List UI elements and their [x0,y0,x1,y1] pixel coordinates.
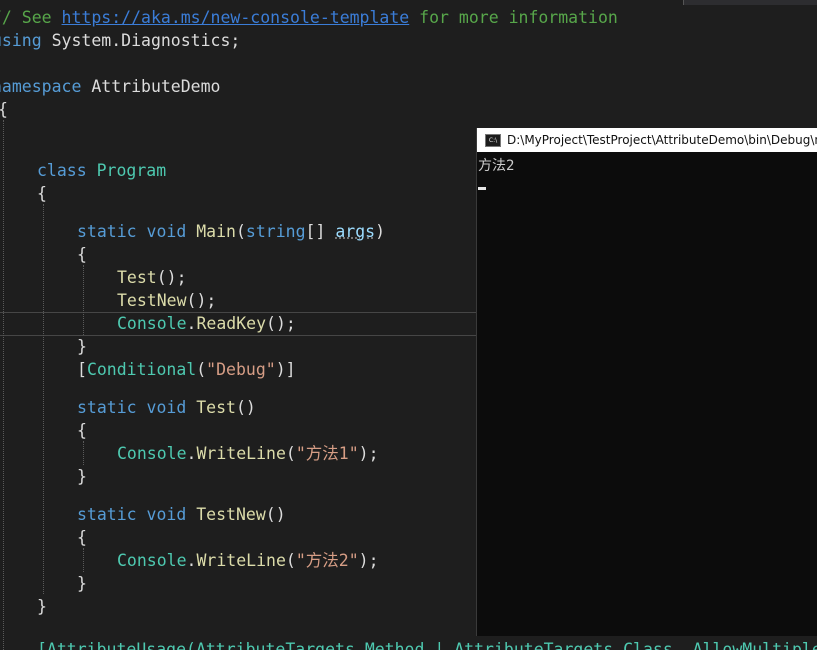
keyword-string: string [245,222,306,241]
brace-open: { [77,421,87,440]
attribute-usage-text: [AttributeUsage(AttributeTargets.Method … [37,640,817,650]
brace-close: } [77,337,87,356]
paren-empty: () [265,505,286,524]
code-line-using[interactable]: using System.Diagnostics; [0,29,240,52]
string-method1: "方法1" [295,444,359,463]
indent-guide [83,548,84,572]
brace-close: } [77,467,87,486]
console-type: Console [117,551,187,570]
indent-guide [3,120,4,650]
indent-guide [83,441,84,465]
code-line-writeline-1[interactable]: Console.WriteLine("方法1"); [117,442,379,465]
call-readkey: ReadKey [196,314,267,333]
code-line-attribute-usage[interactable]: [AttributeUsage(AttributeTargets.Method … [37,638,817,650]
console-type: Console [117,314,187,333]
code-line-comment[interactable]: // See https://aka.ms/new-console-templa… [0,6,618,29]
code-line-brace[interactable]: } [77,572,87,595]
console-window[interactable]: C:\ D:\MyProject\TestProject\AttributeDe… [477,128,817,636]
code-line-brace[interactable]: } [37,595,47,618]
indent-guide [43,204,44,594]
editor-tab-strip [683,0,817,5]
statement-end: ); [358,551,379,570]
comment-text: for more information [409,8,618,27]
method-name-testnew: TestNew [196,505,266,524]
keyword-void: void [146,398,187,417]
code-line-test-signature[interactable]: static void Test() [77,396,256,419]
indent-guide [83,265,84,335]
brace-close: } [77,574,87,593]
code-line-writeline-2[interactable]: Console.WriteLine("方法2"); [117,549,379,572]
attribute-conditional: Conditional [86,360,197,379]
attribute-argument: "Debug" [206,360,276,379]
param-args: args [335,222,376,241]
code-line-brace[interactable]: { [77,243,87,266]
paren-open: ( [285,551,296,570]
keyword-namespace: namespace [0,77,82,96]
paren-open: ( [235,222,246,241]
code-line-brace[interactable]: { [77,526,87,549]
brace-open: { [0,100,8,119]
keyword-using: using [0,31,42,50]
param-brackets: [] [305,222,336,241]
paren-open: ( [196,360,207,379]
statement-end: ); [358,444,379,463]
code-line-attribute[interactable]: [Conditional("Debug")] [77,358,296,381]
console-app-icon: C:\ [485,133,501,147]
string-method2: "方法2" [295,551,359,570]
console-cursor [478,187,486,190]
keyword-static: static [77,222,137,241]
brace-open: { [37,184,47,203]
console-titlebar[interactable]: C:\ D:\MyProject\TestProject\AttributeDe… [477,128,817,152]
code-line-call-test[interactable]: Test(); [117,266,187,289]
keyword-class: class [37,161,87,180]
call-end: (); [266,314,296,333]
keyword-void: void [146,505,187,524]
call-end: (); [156,268,187,287]
console-title: D:\MyProject\TestProject\AttributeDemo\b… [507,133,817,147]
call-test: Test [117,268,157,287]
code-line-class[interactable]: class Program [37,159,166,182]
code-line-main-signature[interactable]: static void Main(string[] args) [77,220,385,243]
paren-empty: () [235,398,256,417]
code-line-brace[interactable]: { [0,98,8,121]
console-output: 方法2 [478,158,515,174]
code-line-readkey[interactable]: Console.ReadKey(); [117,312,296,335]
brace-open: { [77,245,87,264]
call-writeline: WriteLine [196,551,286,570]
brace-open: { [77,528,87,547]
paren-close: ) [275,360,286,379]
keyword-static: static [77,398,137,417]
comment-text: // See [0,8,52,27]
keyword-static: static [77,505,137,524]
brace-close: } [37,597,47,616]
code-line-brace[interactable]: } [77,465,87,488]
call-testnew: TestNew [117,291,187,310]
namespace-name: AttributeDemo [81,77,221,96]
call-writeline: WriteLine [196,444,286,463]
code-line-brace[interactable]: } [77,335,87,358]
paren-open: ( [285,444,296,463]
call-end: (); [186,291,217,310]
code-line-brace[interactable]: { [37,182,47,205]
console-type: Console [117,444,187,463]
code-line-namespace[interactable]: namespace AttributeDemo [0,75,220,98]
using-namespace: System.Diagnostics; [41,31,241,50]
code-line-brace[interactable]: { [77,419,87,442]
method-name-main: Main [196,222,236,241]
code-line-testnew-signature[interactable]: static void TestNew() [77,503,286,526]
code-line-call-testnew[interactable]: TestNew(); [117,289,216,312]
class-name: Program [96,161,167,180]
keyword-void: void [146,222,187,241]
paren-close: ) [375,222,386,241]
template-link[interactable]: https://aka.ms/new-console-template [62,8,410,27]
method-name-test: Test [196,398,236,417]
